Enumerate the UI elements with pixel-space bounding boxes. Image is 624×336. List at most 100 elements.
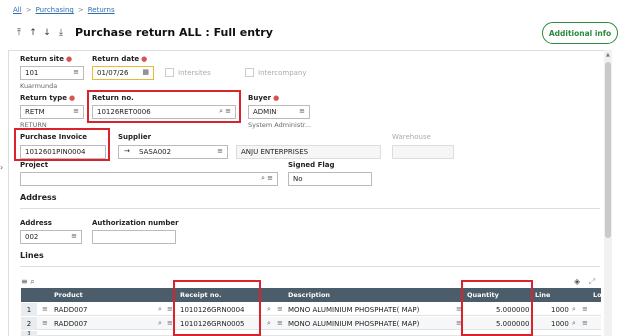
menu-icon[interactable]: ≡ (71, 232, 77, 240)
cell-description[interactable]: MONO ALUMINIUM PHOSPHATE( MAP) (288, 320, 419, 328)
cell-line[interactable]: 1000 (551, 306, 569, 314)
menu-icon[interactable]: ≡ (225, 107, 231, 115)
search-icon[interactable]: ⌕ (30, 277, 34, 286)
menu-icon[interactable]: ≡ (456, 305, 462, 313)
column-header-receipt-no[interactable]: Receipt no. (180, 291, 222, 299)
return-date-label: Return date ● (92, 55, 148, 63)
return-date-field[interactable]: 01/07/26 ▦ (92, 66, 154, 80)
buyer-label: Buyer ● (248, 94, 280, 102)
signed-flag-field[interactable]: No (288, 172, 372, 186)
signed-flag-label: Signed Flag (288, 161, 335, 169)
side-panel-arrow-icon[interactable]: › (0, 163, 3, 172)
intersites-checkbox[interactable] (165, 68, 174, 77)
breadcrumb-purchasing[interactable]: Purchasing (36, 6, 74, 14)
menu-icon[interactable]: ≡ (277, 319, 283, 327)
search-icon[interactable]: ⌕ (158, 319, 162, 328)
chevron-right-icon: > (25, 6, 32, 14)
last-record-icon[interactable]: ⤓ (55, 28, 67, 38)
first-record-icon[interactable]: ⤒ (13, 28, 25, 38)
search-icon[interactable]: ⌕ (219, 107, 223, 116)
address-label: Address (20, 219, 52, 227)
table-toolbar: ≡ ⌕ (21, 277, 35, 287)
cell-description[interactable]: MONO ALUMINIUM PHOSPHATE( MAP) (288, 306, 419, 314)
project-label: Project (20, 161, 49, 169)
search-icon[interactable]: ⌕ (267, 305, 271, 314)
additional-info-button[interactable]: Additional info (542, 22, 618, 44)
menu-icon[interactable]: ≡ (267, 174, 273, 182)
menu-icon[interactable]: ≡ (456, 319, 462, 327)
menu-icon[interactable]: ≡ (582, 305, 588, 313)
supplier-name-field: ANJU ENTERPRISES (236, 145, 381, 159)
menu-icon[interactable]: ≡ (167, 319, 173, 327)
menu-icon[interactable]: ≡ (73, 107, 79, 115)
intersites-label: Intersites (178, 69, 211, 77)
cell-quantity[interactable]: 5.000000 (496, 320, 529, 328)
buyer-field[interactable]: ADMIN ≡ (248, 105, 310, 119)
calendar-icon[interactable]: ▦ (142, 68, 149, 76)
search-icon[interactable]: ⌕ (572, 305, 576, 314)
lines-section-title: Lines (20, 251, 44, 260)
breadcrumb-returns[interactable]: Returns (88, 6, 115, 14)
return-no-label: Return no. (92, 94, 134, 102)
divider (20, 266, 600, 267)
return-site-field[interactable]: 101 ≡ (20, 66, 84, 80)
cell-product[interactable]: RADD007 (54, 320, 88, 328)
warehouse-field (392, 145, 454, 159)
return-site-description: Kuarmunda (20, 82, 58, 90)
intercompany-checkbox[interactable] (245, 68, 254, 77)
authorization-number-field[interactable] (92, 230, 176, 244)
authorization-number-label: Authorization number (92, 219, 179, 227)
cell-receipt-no[interactable]: 1010126GRN0005 (180, 320, 245, 328)
menu-icon[interactable]: ≡ (277, 305, 283, 313)
cell-product[interactable]: RADD007 (54, 306, 88, 314)
project-field[interactable]: ⌕ ≡ (20, 172, 278, 186)
cell-quantity[interactable]: 5.000000 (496, 306, 529, 314)
table-row[interactable] (21, 331, 601, 336)
column-header-product[interactable]: Product (54, 291, 83, 299)
scrollbar-thumb[interactable] (605, 62, 611, 238)
return-site-label: Return site ● (20, 55, 73, 63)
menu-icon[interactable]: ≡ (167, 305, 173, 313)
search-icon[interactable]: ⌕ (267, 319, 271, 328)
purchase-invoice-field[interactable]: 1012601PIN0004 (20, 145, 106, 159)
next-record-icon[interactable]: ↓ (41, 28, 53, 38)
row-number: 3 (21, 331, 37, 336)
menu-icon[interactable]: ≡ (42, 305, 48, 313)
supplier-label: Supplier (118, 133, 152, 141)
column-header-description[interactable]: Description (288, 291, 330, 299)
row-number: 1 (21, 303, 37, 316)
menu-icon[interactable]: ≡ (21, 277, 28, 286)
menu-icon[interactable]: ≡ (73, 68, 79, 76)
breadcrumb-all[interactable]: All (13, 6, 22, 14)
warehouse-label: Warehouse (392, 133, 431, 141)
cell-receipt-no[interactable]: 1010126GRN0004 (180, 306, 245, 314)
expand-icon[interactable]: ⤢ (589, 277, 595, 286)
column-header-lo[interactable]: Lo (593, 291, 602, 299)
cell-line[interactable]: 1000 (551, 320, 569, 328)
search-icon[interactable]: ⌕ (261, 174, 265, 183)
chevron-right-icon: > (77, 6, 84, 14)
address-section-title: Address (20, 193, 57, 202)
column-header-line[interactable]: Line (535, 291, 550, 299)
menu-icon[interactable]: ≡ (299, 107, 305, 115)
return-type-description: RETURN (20, 121, 47, 129)
address-field[interactable]: 002 ≡ (20, 230, 82, 244)
table-toolbar-right: ◈ ⤢ (574, 277, 595, 287)
menu-icon[interactable]: ≡ (217, 147, 223, 155)
search-icon[interactable]: ⌕ (572, 319, 576, 328)
arrow-right-icon[interactable]: → (124, 147, 130, 155)
return-type-field[interactable]: RETM ≡ (20, 105, 84, 119)
return-no-field[interactable]: 10126RET0006 ⌕ ≡ (92, 105, 236, 119)
layers-icon[interactable]: ◈ (574, 277, 580, 286)
search-icon[interactable]: ⌕ (158, 305, 162, 314)
purchase-invoice-label: Purchase Invoice (20, 133, 88, 141)
previous-record-icon[interactable]: ↑ (27, 28, 39, 38)
title-bar: ⤒ ↑ ↓ ⤓ Purchase return ALL : Full entry (13, 26, 273, 39)
menu-icon[interactable]: ≡ (582, 319, 588, 327)
supplier-field[interactable]: → SASA002 ≡ (118, 145, 228, 159)
column-header-quantity[interactable]: Quantity (467, 291, 499, 299)
divider (20, 208, 600, 209)
menu-icon[interactable]: ≡ (42, 319, 48, 327)
scroll-up-icon[interactable]: ▲ (606, 52, 610, 58)
buyer-description: System Administr... (248, 121, 312, 129)
